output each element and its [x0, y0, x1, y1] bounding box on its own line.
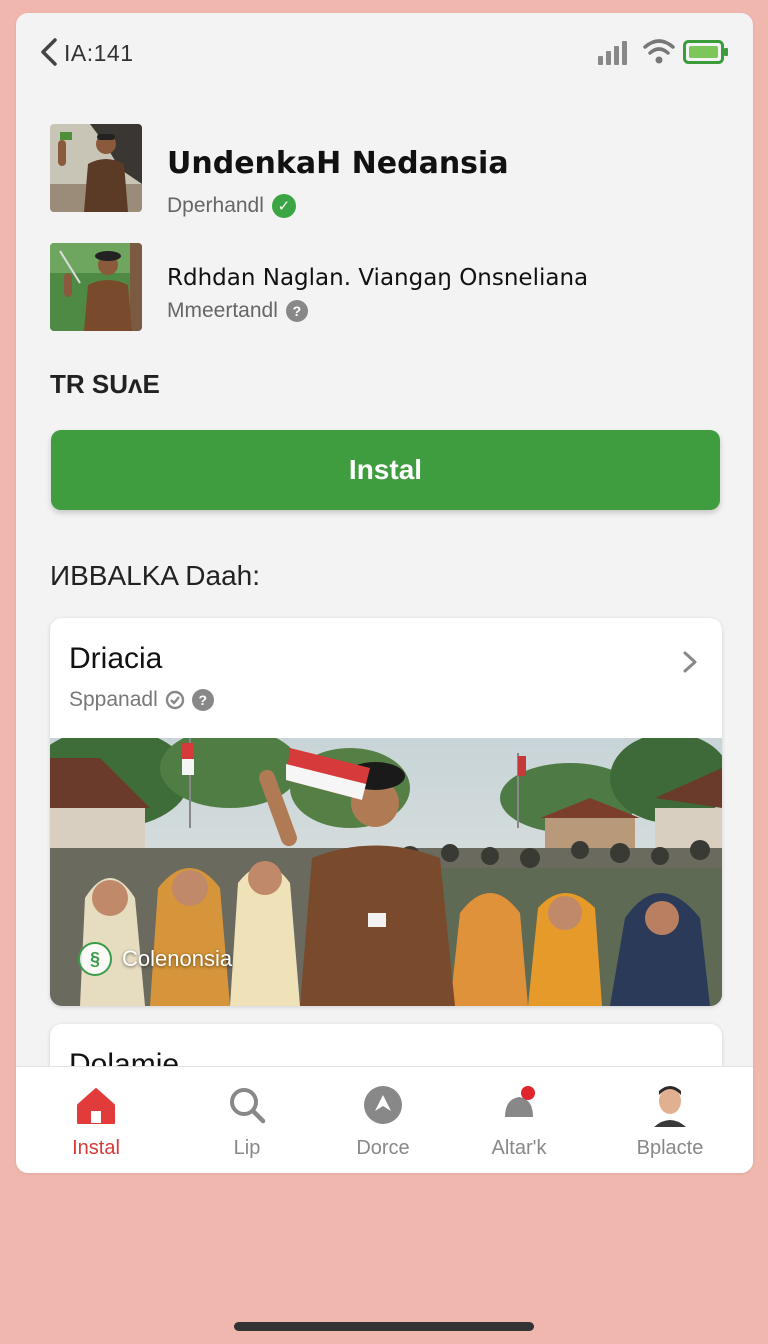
- developer-name: Dperhandl: [167, 194, 264, 217]
- bottom-tab-bar: Instal Lip Dorce Altar'k Bplacte: [16, 1066, 753, 1173]
- signal-icon: [598, 41, 627, 65]
- app-thumbnail: [50, 243, 142, 331]
- home-indicator[interactable]: [234, 1322, 534, 1331]
- card-badge: § Colenonsia: [78, 942, 232, 976]
- tab-altark[interactable]: Altar'k: [449, 1067, 589, 1173]
- developer-name: Mmeertandl: [167, 299, 278, 322]
- location-badge-icon: §: [78, 942, 112, 976]
- back-chevron-icon[interactable]: [38, 37, 60, 67]
- app-developer: Dperhandl ✓: [167, 194, 296, 218]
- tab-dorce[interactable]: Dorce: [313, 1067, 453, 1173]
- app-listing-secondary[interactable]: Rdhdan Naglan. Viangaŋ Onsneliana Mmeert…: [50, 243, 710, 333]
- avatar-icon: [648, 1083, 692, 1127]
- tab-label: Instal: [72, 1137, 120, 1159]
- list-heading: ИBBALKA Daah:: [50, 560, 261, 591]
- tab-label: Bplacte: [636, 1137, 704, 1159]
- status-bar: IA:141: [16, 13, 753, 93]
- search-icon: [230, 1088, 266, 1124]
- verified-outline-icon: [165, 690, 184, 710]
- app-thumbnail: [50, 124, 142, 212]
- tab-label: Altar'k: [491, 1137, 547, 1159]
- info-icon[interactable]: ?: [191, 689, 214, 711]
- badge-label: Colenonsia: [122, 946, 233, 971]
- battery-icon: [683, 40, 728, 64]
- card-title: Driacia: [69, 642, 163, 675]
- section-title: TR SUʌE: [50, 369, 160, 399]
- chevron-right-icon[interactable]: [682, 650, 698, 674]
- card-subtitle-row: Sppanadl ?: [69, 688, 214, 712]
- tab-lip[interactable]: Lip: [177, 1067, 317, 1173]
- tab-label: Lip: [233, 1137, 261, 1159]
- tab-instal[interactable]: Instal: [26, 1067, 166, 1173]
- card-subtitle: Sppanadl: [69, 688, 158, 711]
- app-listing-primary[interactable]: UndenkaH Nedansia Dperhandl ✓: [50, 124, 710, 218]
- wifi-icon: [643, 39, 675, 64]
- install-button[interactable]: Instal: [51, 430, 720, 510]
- app-developer: Mmeertandl ?: [167, 299, 308, 323]
- verified-check-icon: ✓: [271, 194, 296, 218]
- status-time: IA:141: [64, 40, 134, 66]
- featured-card[interactable]: Driacia Sppanadl ? § Colenonsia: [50, 618, 722, 1006]
- notifications-icon: [505, 1086, 535, 1117]
- app-title: UndenkaH Nedansia: [167, 146, 509, 181]
- tab-label: Dorce: [356, 1137, 410, 1159]
- info-icon[interactable]: ?: [285, 300, 308, 322]
- tab-bplacte[interactable]: Bplacte: [600, 1067, 740, 1173]
- app-title: Rdhdan Naglan. Viangaŋ Onsneliana: [167, 265, 589, 291]
- app-screen: IA:141 UndenkaH Nedansia Dperhandl ✓ Rdh…: [16, 13, 753, 1173]
- compass-icon: [364, 1086, 402, 1124]
- home-icon: [77, 1088, 115, 1124]
